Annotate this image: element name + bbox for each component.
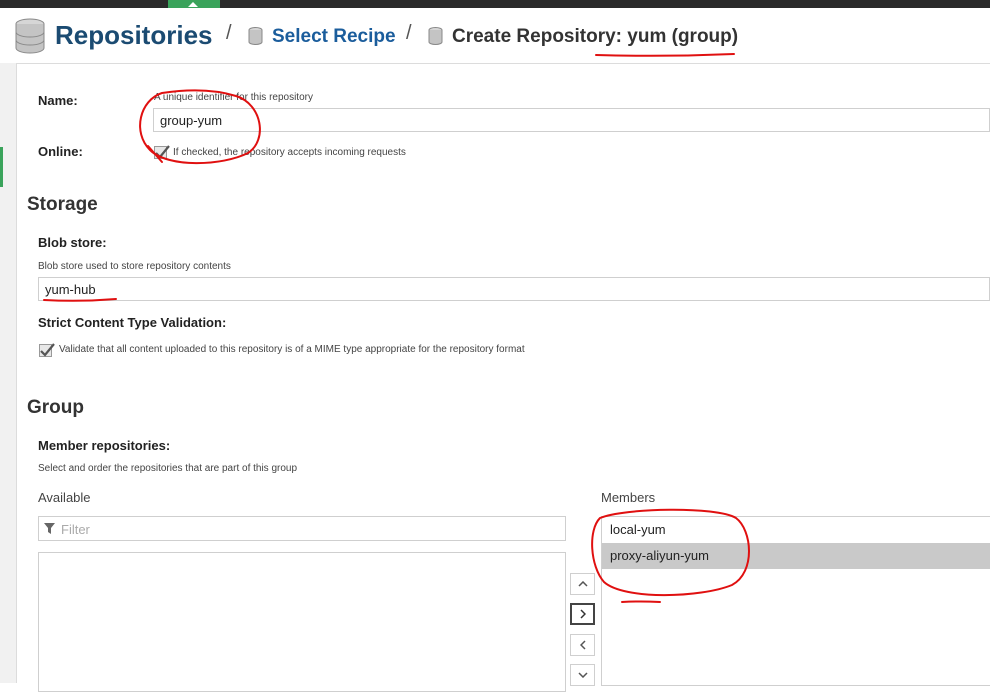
storage-section-title: Storage (27, 194, 98, 215)
breadcrumb-separator: / (406, 22, 412, 44)
group-section-title: Group (27, 397, 84, 418)
member-item-local-yum[interactable]: local-yum (602, 517, 990, 543)
add-to-members-button[interactable] (570, 603, 595, 625)
blob-store-label: Blob store: (38, 235, 107, 250)
chevron-left-icon (579, 640, 586, 650)
page-title[interactable]: Repositories (55, 20, 213, 51)
member-item-proxy-aliyun-yum[interactable]: proxy-aliyun-yum (602, 543, 990, 569)
database-icon (428, 27, 443, 45)
online-checkbox[interactable] (154, 145, 170, 159)
available-filter-input[interactable]: Filter (38, 516, 566, 541)
breadcrumb-separator: / (226, 22, 232, 44)
create-repository-form: Name: A unique identifier for this repos… (17, 64, 990, 692)
database-icon (248, 27, 263, 45)
remove-from-members-button[interactable] (570, 634, 595, 656)
members-column-title: Members (601, 490, 656, 505)
chevron-up-icon (577, 581, 588, 587)
breadcrumb-select-recipe-link[interactable]: Select Recipe (272, 26, 396, 48)
online-label: Online: (38, 144, 83, 159)
available-repositories-list[interactable] (38, 552, 566, 692)
blob-store-help: Blob store used to store repository cont… (38, 261, 231, 272)
filter-placeholder: Filter (61, 522, 90, 537)
checkmark-icon (40, 343, 55, 357)
breadcrumb-current: Create Repository: yum (group) (452, 26, 739, 47)
member-repositories-help: Select and order the repositories that a… (38, 463, 298, 474)
filter-icon (44, 523, 55, 534)
strict-validation-help: Validate that all content uploaded to th… (59, 344, 525, 355)
top-bar (0, 0, 990, 8)
nav-active-marker (0, 147, 3, 187)
members-list[interactable]: local-yum proxy-aliyun-yum (601, 516, 990, 686)
breadcrumb: Repositories / Select Recipe / Create Re… (0, 8, 990, 64)
online-help: If checked, the repository accepts incom… (173, 147, 406, 158)
checkmark-icon (155, 145, 170, 159)
available-column-title: Available (38, 490, 91, 505)
strict-validation-label: Strict Content Type Validation: (38, 315, 227, 330)
chevron-down-icon (577, 672, 588, 678)
chevron-right-icon (579, 609, 586, 619)
strict-validation-checkbox[interactable] (39, 343, 55, 357)
left-nav-rail (0, 63, 17, 683)
name-help: A unique identifier for this repository (154, 92, 313, 103)
name-field[interactable]: group-yum (153, 108, 990, 132)
active-feature-tab[interactable] (168, 0, 220, 8)
database-icon (15, 18, 45, 54)
member-repositories-label: Member repositories: (38, 438, 171, 453)
move-up-button[interactable] (570, 573, 595, 595)
name-label: Name: (38, 93, 78, 108)
blob-store-select[interactable]: yum-hub (38, 277, 990, 301)
